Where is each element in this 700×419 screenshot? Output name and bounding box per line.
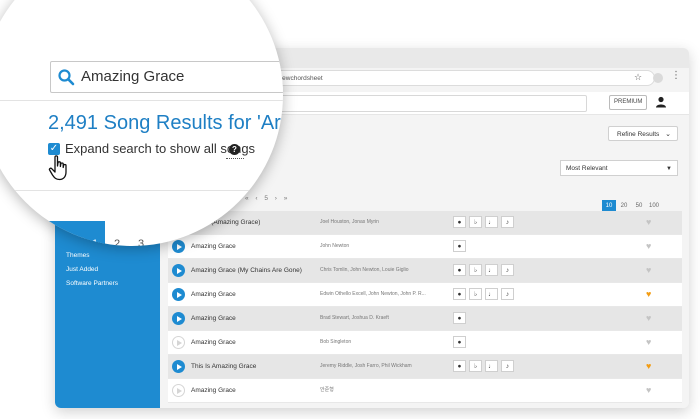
play-icon[interactable] xyxy=(172,264,185,277)
song-authors: John Newton xyxy=(320,243,350,249)
sheet-music-icon[interactable]: ♪ xyxy=(501,264,514,276)
search-input[interactable]: Amazing Grace xyxy=(50,61,283,93)
premium-button[interactable]: PREMIUM xyxy=(609,95,648,110)
divider xyxy=(0,100,283,101)
song-title[interactable]: Amazing Grace xyxy=(191,307,236,330)
song-title[interactable]: Amazing Grace xyxy=(191,331,236,354)
key-flat-icon[interactable]: ♭ xyxy=(469,216,482,228)
song-authors: Edwin Othello Excell, John Newton, John … xyxy=(320,291,426,297)
favorite-heart-icon[interactable]: ♥ xyxy=(646,331,651,354)
sheet-music-icon[interactable]: ♪ xyxy=(501,288,514,300)
key-flat-icon[interactable]: ♭ xyxy=(469,288,482,300)
favorite-heart-icon[interactable]: ♥ xyxy=(646,379,651,402)
table-row[interactable]: Amazing Grace Bob Singleton ● ♥ xyxy=(168,331,682,355)
song-title[interactable]: Amazing Grace xyxy=(191,235,236,258)
help-underline xyxy=(226,158,244,159)
hand-pointer-cursor-icon xyxy=(48,155,67,181)
user-icon[interactable] xyxy=(655,96,667,108)
sheet-music-icon[interactable]: ♪ xyxy=(501,360,514,372)
sidebar-item-themes[interactable]: Themes xyxy=(66,252,89,259)
note-icon[interactable]: ♩ xyxy=(485,360,498,372)
chat-icon[interactable]: ● xyxy=(453,360,466,372)
page-3[interactable]: 3 xyxy=(131,233,151,246)
favorite-heart-icon[interactable]: ♥ xyxy=(646,259,651,282)
sort-select-value: Most Relevant xyxy=(566,165,608,172)
table-row[interactable]: Amazing Grace Brad Stewart, Joshua D. Kra… xyxy=(168,307,682,331)
chat-icon[interactable]: ● xyxy=(453,312,466,324)
page-1[interactable]: 1 xyxy=(85,233,105,246)
results-list: essels (Amazing Grace) Joel Houston, Jona… xyxy=(168,211,682,403)
song-title[interactable]: This Is Amazing Grace xyxy=(191,355,256,378)
chat-icon[interactable]: ● xyxy=(453,240,466,252)
sheet-music-icon[interactable]: ♪ xyxy=(501,216,514,228)
sidebar-item-software-partners[interactable]: Software Partners xyxy=(66,280,118,287)
divider xyxy=(0,190,283,191)
page-prev-icon[interactable]: ‹ xyxy=(71,233,74,246)
chat-icon[interactable]: ● xyxy=(453,336,466,348)
song-tools: ● xyxy=(453,312,469,330)
favorite-heart-icon[interactable]: ♥ xyxy=(646,235,651,258)
note-icon[interactable]: ♩ xyxy=(485,216,498,228)
song-authors: Bob Singleton xyxy=(320,339,352,345)
song-authors: Brad Stewart, Joshua D. Kraeft xyxy=(320,315,389,321)
chat-icon[interactable]: ● xyxy=(453,216,466,228)
chat-icon[interactable]: ● xyxy=(453,264,466,276)
expand-search-label[interactable]: Expand search to show all songs xyxy=(65,141,255,156)
play-icon[interactable] xyxy=(172,240,185,253)
play-icon[interactable] xyxy=(172,336,185,349)
dropdown-arrow-icon: ▼ xyxy=(666,166,672,172)
page-2[interactable]: 2 xyxy=(107,233,127,246)
note-icon[interactable]: ♩ xyxy=(485,288,498,300)
refine-results-button[interactable]: Refine Results ⌄ xyxy=(608,126,678,141)
search-input-value: Amazing Grace xyxy=(81,68,185,85)
song-title[interactable]: Amazing Grace xyxy=(191,379,236,402)
help-icon[interactable]: ? xyxy=(229,144,240,155)
song-title[interactable]: Amazing Grace (My Chains Are Gone) xyxy=(191,259,302,282)
favorite-heart-icon[interactable]: ♥ xyxy=(646,211,651,234)
expand-search-checkbox[interactable]: ✓ xyxy=(48,143,60,155)
table-row[interactable]: essels (Amazing Grace) Joel Houston, Jona… xyxy=(168,211,682,235)
song-tools: ● xyxy=(453,336,469,354)
play-icon[interactable] xyxy=(172,288,185,301)
refine-results-label: Refine Results xyxy=(617,131,660,138)
key-flat-icon[interactable]: ♭ xyxy=(469,264,482,276)
song-tools: ● ♭ ♩ ♪ xyxy=(453,264,517,282)
song-title[interactable]: Amazing Grace xyxy=(191,283,236,306)
note-icon[interactable]: ♩ xyxy=(485,264,498,276)
play-icon[interactable] xyxy=(172,384,185,397)
song-authors: 안준형 xyxy=(320,387,334,393)
search-icon xyxy=(58,69,75,86)
chevron-down-icon: ⌄ xyxy=(665,131,671,138)
favorite-heart-icon[interactable]: ♥ xyxy=(646,307,651,330)
song-authors: Jeremy Riddle, Josh Farro, Phil Wickham xyxy=(320,363,412,369)
table-row[interactable]: Amazing Grace John Newton ● ♥ xyxy=(168,235,682,259)
sort-select[interactable]: Most Relevant ▼ xyxy=(560,160,678,176)
key-flat-icon[interactable]: ♭ xyxy=(469,360,482,372)
song-authors: Joel Houston, Jonas Myrin xyxy=(320,219,379,225)
play-icon[interactable] xyxy=(172,360,185,373)
chat-icon[interactable]: ● xyxy=(453,288,466,300)
song-authors: Chris Tomlin, John Newton, Louie Giglio xyxy=(320,267,409,273)
song-tools: ● ♭ ♩ ♪ xyxy=(453,360,517,378)
favorite-heart-icon[interactable]: ♥ xyxy=(646,283,651,306)
table-row[interactable]: Amazing Grace (My Chains Are Gone) Chris … xyxy=(168,259,682,283)
song-tools: ● xyxy=(453,240,469,258)
table-row[interactable]: Amazing Grace Edwin Othello Excell, John … xyxy=(168,283,682,307)
song-tools: ● ♭ ♩ ♪ xyxy=(453,216,517,234)
play-icon[interactable] xyxy=(172,312,185,325)
sidebar-item-just-added[interactable]: Just Added xyxy=(66,266,98,273)
profile-circle-icon[interactable] xyxy=(653,73,663,83)
pagination-small[interactable]: « ‹ 5 › » xyxy=(245,195,287,202)
browser-menu-icon[interactable]: ⋮ xyxy=(671,70,681,81)
results-heading: 2,491 Song Results for 'Ar xyxy=(48,112,281,134)
favorite-heart-icon[interactable]: ♥ xyxy=(646,355,651,378)
song-tools: ● ♭ ♩ ♪ xyxy=(453,288,517,306)
table-row[interactable]: Amazing Grace 안준형 ♥ xyxy=(168,379,682,403)
table-row[interactable]: This Is Amazing Grace Jeremy Riddle, Josh… xyxy=(168,355,682,379)
bookmark-star-icon[interactable]: ☆ xyxy=(634,72,642,83)
